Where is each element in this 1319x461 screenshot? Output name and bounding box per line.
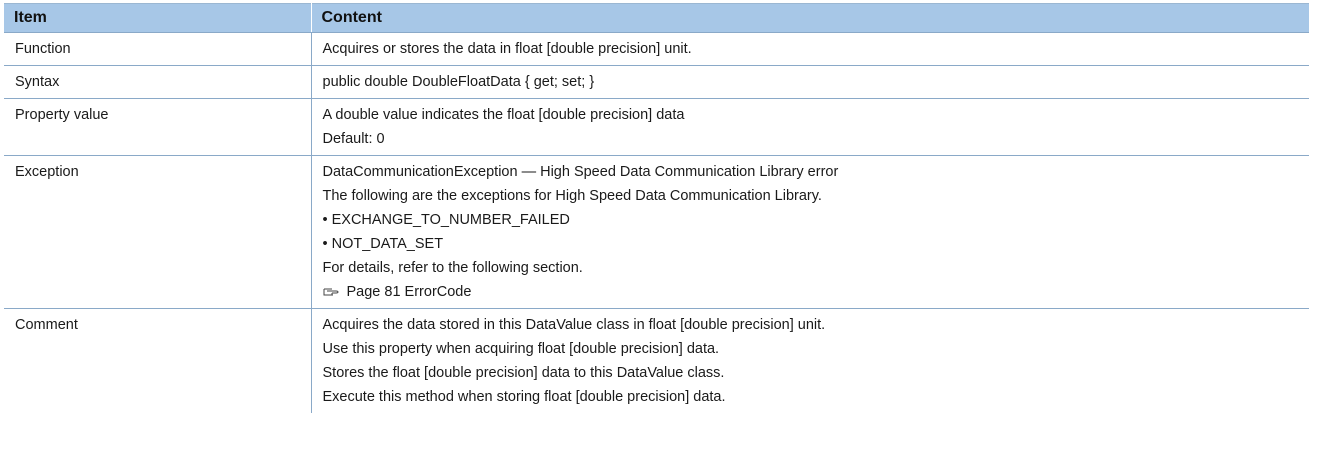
content-line: Acquires the data stored in this DataVal… [322, 317, 826, 333]
table-row-property-value: Property value A double value indicates … [4, 98, 1309, 156]
row-content: DataCommunicationException — High Speed … [311, 155, 1309, 309]
content-line: Acquires or stores the data in float [do… [322, 41, 692, 57]
table-row-comment: Comment Acquires the data stored in this… [4, 308, 1309, 414]
column-header-content: Content [311, 3, 1309, 33]
column-header-item: Item [4, 3, 312, 33]
row-label: Exception [4, 155, 312, 309]
content-line: public double DoubleFloatData { get; set… [322, 74, 595, 90]
content-line: For details, refer to the following sect… [322, 260, 583, 276]
reference-link[interactable]: Page 81 ErrorCode [323, 280, 1304, 304]
property-table: Item Content Function Acquires or stores… [4, 3, 1309, 413]
content-line: A double value indicates the float [doub… [322, 107, 685, 123]
content-line: Execute this method when storing float [… [322, 389, 726, 405]
bullet-item: • NOT_DATA_SET [322, 236, 444, 252]
row-label: Comment [4, 308, 312, 413]
content-line: Default: 0 [322, 131, 385, 147]
table-row-exception: Exception DataCommunicationException — H… [4, 155, 1309, 309]
row-content: Acquires the data stored in this DataVal… [311, 309, 1309, 414]
content-line: DataCommunicationException — High Speed … [322, 164, 839, 180]
table-row-syntax: Syntax public double DoubleFloatData { g… [4, 65, 1309, 99]
bullet-item: • EXCHANGE_TO_NUMBER_FAILED [322, 212, 570, 228]
row-label: Property value [4, 98, 312, 156]
content-line: Use this property when acquiring float [… [322, 341, 720, 357]
row-content: Acquires or stores the data in float [do… [311, 32, 1309, 66]
content-line: Stores the float [double precision] data… [322, 365, 725, 381]
row-content: A double value indicates the float [doub… [311, 98, 1309, 156]
row-content: public double DoubleFloatData { get; set… [311, 65, 1309, 99]
row-label: Function [4, 32, 312, 66]
pointing-hand-icon [323, 288, 339, 296]
reference-text[interactable]: Page 81 ErrorCode [347, 284, 472, 300]
content-line: The following are the exceptions for Hig… [322, 188, 822, 204]
table-row-function: Function Acquires or stores the data in … [4, 32, 1309, 66]
row-label: Syntax [4, 65, 312, 99]
table-header-row: Item Content [4, 3, 1309, 33]
